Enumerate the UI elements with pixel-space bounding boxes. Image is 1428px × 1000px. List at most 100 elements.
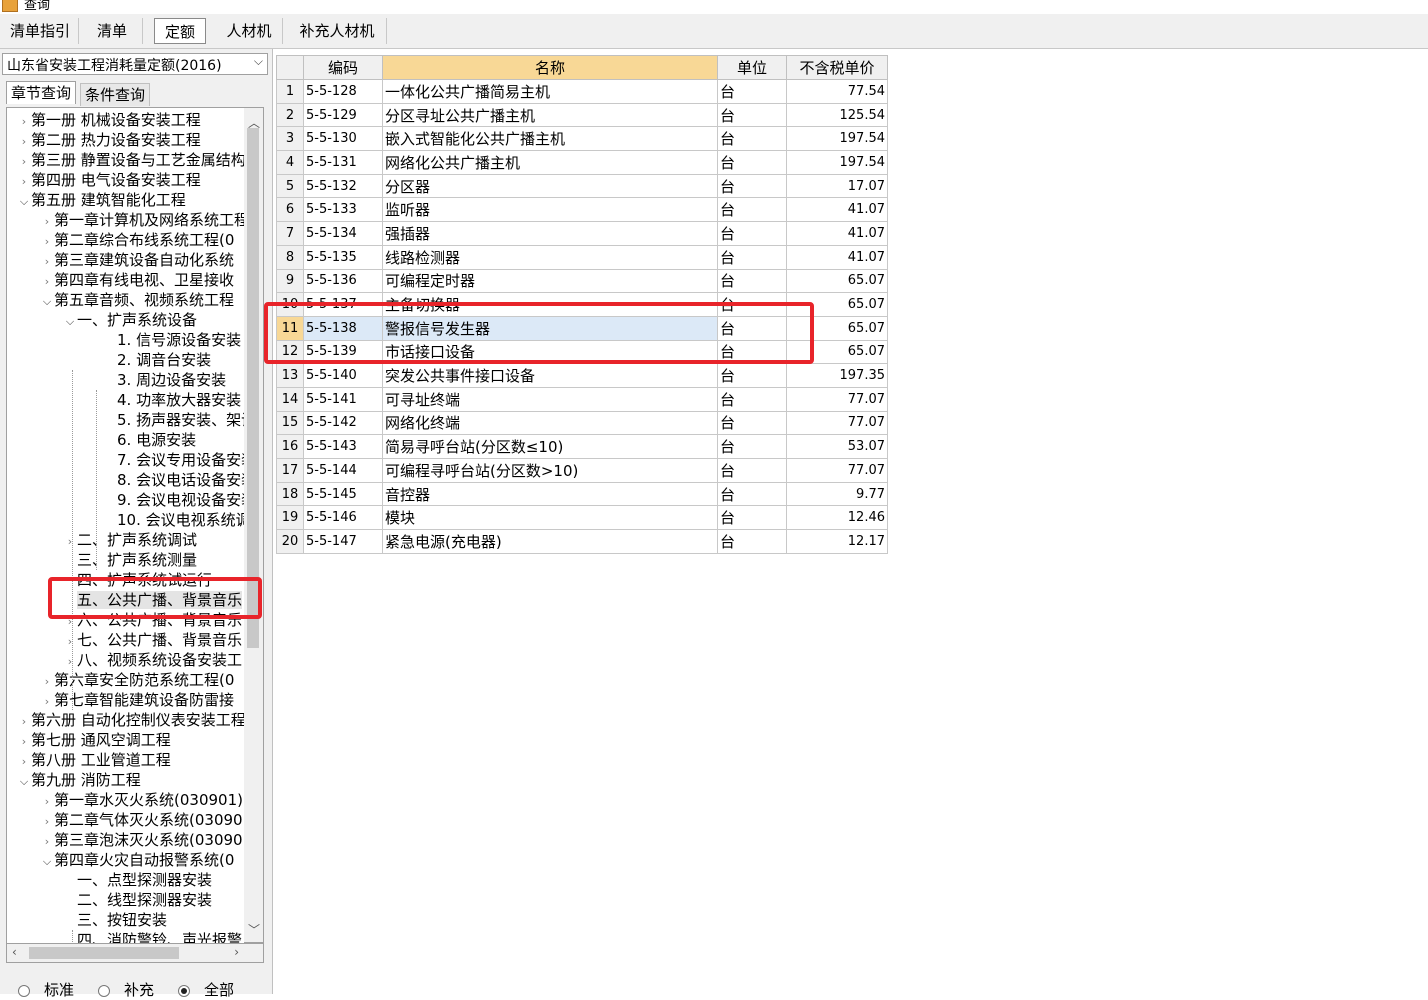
name-cell[interactable]: 分区器	[382, 173, 718, 199]
chevron-right-icon[interactable]: ›	[40, 812, 54, 832]
row-number-cell[interactable]: 9	[276, 268, 304, 294]
code-cell[interactable]: 5-5-143	[303, 434, 383, 459]
tree-node[interactable]: ⌵ 第九册 消防工程	[17, 770, 141, 790]
tree-node[interactable]: 10. 会议电视系统调试	[103, 510, 245, 530]
code-cell[interactable]: 5-5-135	[303, 244, 383, 270]
chevron-right-icon[interactable]: ›	[17, 712, 31, 732]
row-number-cell[interactable]: 12	[276, 339, 304, 365]
name-cell[interactable]: 线路检测器	[382, 244, 718, 270]
table-row[interactable]: 14 5-5-141 可寻址终端台 77.07	[276, 386, 888, 412]
unit-cell[interactable]: 台	[717, 150, 787, 175]
row-number-cell[interactable]: 8	[276, 244, 304, 270]
name-cell[interactable]: 一体化公共广播简易主机	[382, 79, 718, 104]
table-row[interactable]: 5 5-5-132 分区器台 17.07	[276, 173, 888, 199]
tab-condition-query[interactable]: 条件查询	[80, 83, 151, 106]
price-cell[interactable]: 65.07	[786, 268, 888, 294]
code-cell[interactable]: 5-5-131	[303, 150, 383, 175]
price-cell[interactable]: 12.46	[786, 505, 888, 531]
row-number-cell[interactable]: 11	[276, 315, 304, 341]
unit-cell[interactable]: 台	[717, 221, 787, 246]
tab-list-guide[interactable]: 清单指引	[2, 18, 79, 44]
tab-supplementary-lmm[interactable]: 补充人材机	[288, 18, 387, 44]
chevron-right-icon[interactable]: ›	[17, 152, 31, 172]
row-number-cell[interactable]: 20	[276, 529, 304, 554]
table-row[interactable]: 6 5-5-133 监听器台 41.07	[276, 197, 888, 223]
row-number-cell[interactable]: 10	[276, 292, 304, 317]
tree-node[interactable]: 8. 会议电话设备安装	[103, 470, 245, 490]
chapter-tree[interactable]: › 第一册 机械设备安装工程 › 第二册 热力设备安装工程 › 第三册 静置设备与工艺金属…	[6, 107, 246, 945]
tree-node[interactable]: 9. 会议电视设备安装	[103, 490, 245, 510]
radio-all[interactable]: 全部	[178, 979, 234, 1000]
header-name[interactable]: 名称	[382, 55, 718, 80]
price-cell[interactable]: 77.07	[786, 410, 888, 436]
price-cell[interactable]: 197.54	[786, 150, 888, 175]
radio-standard[interactable]: 标准	[18, 979, 74, 1000]
chevron-right-icon[interactable]: ›	[40, 232, 54, 252]
table-row[interactable]: 13 5-5-140 突发公共事件接口设备台 197.35	[276, 363, 888, 388]
code-cell[interactable]: 5-5-146	[303, 505, 383, 531]
chevron-down-icon[interactable]: ⌵	[63, 312, 77, 332]
price-cell[interactable]: 9.77	[786, 481, 888, 507]
price-cell[interactable]: 65.07	[786, 315, 888, 341]
code-cell[interactable]: 5-5-137	[303, 292, 383, 317]
table-row[interactable]: 15 5-5-142 网络化终端台 77.07	[276, 410, 888, 436]
code-cell[interactable]: 5-5-136	[303, 268, 383, 294]
name-cell[interactable]: 嵌入式智能化公共广播主机	[382, 126, 718, 152]
row-number-cell[interactable]: 13	[276, 363, 304, 388]
tree-node[interactable]: 7. 会议专用设备安装	[103, 450, 245, 470]
tree-node[interactable]: ⌵ 一、扩声系统设备	[63, 310, 197, 330]
table-row[interactable]: 17 5-5-144 可编程寻呼台站(分区数>10) 台 77.07	[276, 458, 888, 483]
name-cell[interactable]: 警报信号发生器	[382, 315, 718, 341]
tree-node[interactable]: › 第七册 通风空调工程	[17, 730, 171, 750]
chevron-right-icon[interactable]: ›	[40, 272, 54, 292]
header-code[interactable]: 编码	[303, 55, 383, 80]
header-price-ex-tax[interactable]: 不含税单价	[786, 55, 888, 80]
name-cell[interactable]: 可编程定时器	[382, 268, 718, 294]
code-cell[interactable]: 5-5-141	[303, 386, 383, 412]
table-row[interactable]: 11 5-5-138 警报信号发生器台 65.07	[276, 315, 888, 341]
unit-cell[interactable]: 台	[717, 434, 787, 459]
unit-cell[interactable]: 台	[717, 529, 787, 554]
tree-node[interactable]: 三、扩声系统测量	[63, 550, 197, 570]
table-row[interactable]: 3 5-5-130 嵌入式智能化公共广播主机台 197.54	[276, 126, 888, 152]
tree-node[interactable]: › 第七章智能建筑设备防雷接	[40, 690, 234, 710]
tree-node[interactable]: › 第四册 电气设备安装工程	[17, 170, 201, 190]
price-cell[interactable]: 77.07	[786, 386, 888, 412]
row-number-cell[interactable]: 19	[276, 505, 304, 531]
chevron-right-icon[interactable]: ›	[40, 252, 54, 272]
tree-node[interactable]: › 第三章泡沫灭火系统(03090	[40, 830, 243, 850]
chevron-down-icon[interactable]: ⌵	[17, 772, 31, 792]
unit-cell[interactable]: 台	[717, 292, 787, 317]
row-number-cell[interactable]: 14	[276, 386, 304, 412]
unit-cell[interactable]: 台	[717, 102, 787, 128]
price-cell[interactable]: 197.35	[786, 363, 888, 388]
price-cell[interactable]: 77.07	[786, 458, 888, 483]
name-cell[interactable]: 可寻址终端	[382, 386, 718, 412]
tab-chapter-query[interactable]: 章节查询	[6, 81, 77, 104]
chevron-right-icon[interactable]: ›	[40, 692, 54, 712]
table-row[interactable]: 18 5-5-145 音控器台 9.77	[276, 481, 888, 507]
unit-cell[interactable]: 台	[717, 410, 787, 436]
code-cell[interactable]: 5-5-145	[303, 481, 383, 507]
unit-cell[interactable]: 台	[717, 481, 787, 507]
name-cell[interactable]: 监听器	[382, 197, 718, 223]
table-row[interactable]: 19 5-5-146 模块台 12.46	[276, 505, 888, 531]
tree-vertical-scrollbar[interactable]: ︿ ﹀	[244, 107, 264, 943]
table-row[interactable]: 20 5-5-147 紧急电源(充电器) 台 12.17	[276, 529, 888, 554]
tree-node[interactable]: › 第八册 工业管道工程	[17, 750, 171, 770]
table-row[interactable]: 4 5-5-131 网络化公共广播主机台 197.54	[276, 150, 888, 175]
unit-cell[interactable]: 台	[717, 505, 787, 531]
price-cell[interactable]: 41.07	[786, 197, 888, 223]
tree-horizontal-scrollbar[interactable]: ‹ ›	[6, 943, 264, 963]
header-unit[interactable]: 单位	[717, 55, 787, 80]
radio-dot[interactable]	[178, 984, 190, 997]
unit-cell[interactable]: 台	[717, 244, 787, 270]
tree-node[interactable]: 二、线型探测器安装	[63, 890, 212, 910]
chevron-right-icon[interactable]: ›	[40, 832, 54, 852]
unit-cell[interactable]: 台	[717, 126, 787, 152]
name-cell[interactable]: 主备切换器	[382, 292, 718, 317]
name-cell[interactable]: 网络化终端	[382, 410, 718, 436]
price-cell[interactable]: 65.07	[786, 292, 888, 317]
chevron-right-icon[interactable]: ›	[40, 792, 54, 812]
code-cell[interactable]: 5-5-128	[303, 79, 383, 104]
